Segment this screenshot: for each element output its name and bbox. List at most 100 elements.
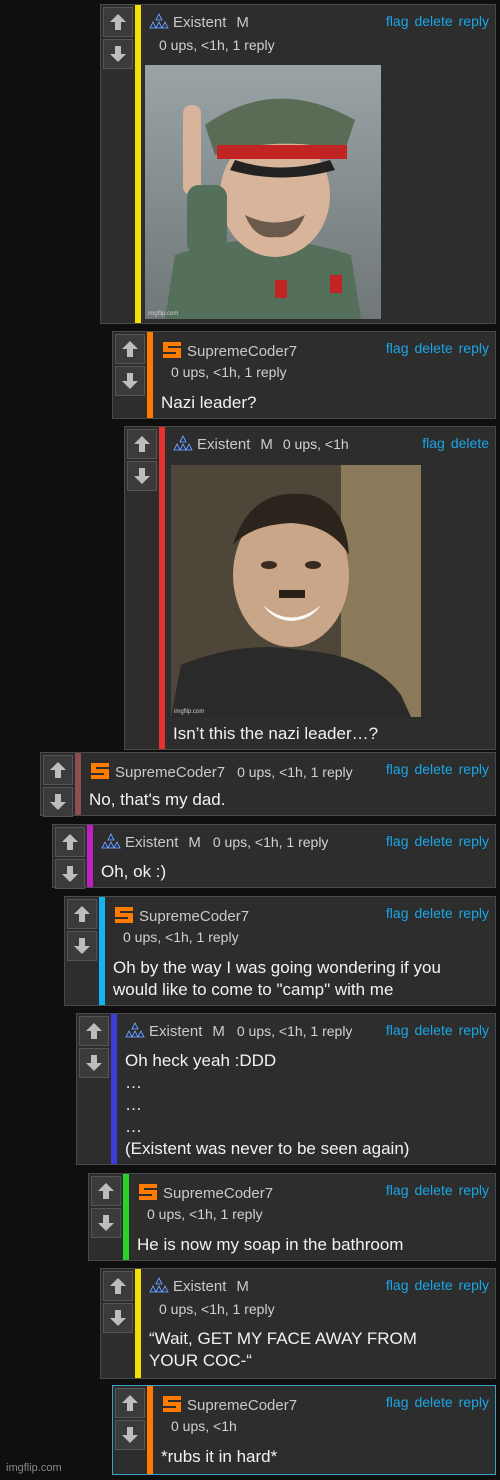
flag-link[interactable]: flag [386, 1022, 409, 1038]
flag-link[interactable]: flag [386, 1394, 409, 1410]
portrait-image-laughing [171, 465, 421, 717]
reply-link[interactable]: reply [459, 761, 489, 777]
vote-controls [115, 1388, 145, 1452]
comment-depth-bar [123, 1174, 129, 1260]
upvote-button[interactable] [103, 1271, 133, 1301]
s-logo-icon [163, 1396, 181, 1412]
delete-link[interactable]: delete [414, 340, 452, 356]
downvote-button[interactable] [115, 1420, 145, 1450]
flag-link[interactable]: flag [422, 435, 445, 451]
comment-text: He is now my soap in the bathroom [137, 1235, 404, 1254]
delete-link[interactable]: delete [414, 1022, 452, 1038]
upvote-button[interactable] [43, 755, 73, 785]
vote-controls [91, 1176, 121, 1240]
downvote-button[interactable] [127, 461, 157, 491]
comment-6: Existent M 0 ups, <1h, 1 reply flag delete r… [76, 1013, 496, 1165]
comment-image[interactable]: imgflip.com [145, 65, 381, 319]
reply-link[interactable]: reply [459, 833, 489, 849]
arrow-up-icon [62, 834, 78, 850]
image-watermark: imgflip.com [148, 311, 179, 317]
arrow-up-icon [122, 1395, 138, 1411]
comment-meta: 0 ups, <1h, 1 reply [159, 1301, 275, 1317]
comment-actions: flag delete reply [380, 905, 489, 921]
upvote-button[interactable] [79, 1016, 109, 1046]
vote-controls [103, 7, 133, 71]
comment-3: SupremeCoder7 0 ups, <1h, 1 reply flag del… [40, 752, 496, 817]
comment-image[interactable]: imgflip.com [171, 465, 421, 717]
downvote-button[interactable] [103, 1303, 133, 1333]
username-link[interactable]: SupremeCoder7 [161, 340, 297, 360]
triangle-cluster-icon [125, 1022, 145, 1038]
username-link[interactable]: Existent M 0 ups, <1h [173, 435, 349, 453]
downvote-button[interactable] [91, 1208, 121, 1238]
upvote-button[interactable] [115, 1388, 145, 1418]
downvote-button[interactable] [67, 931, 97, 961]
upvote-button[interactable] [103, 7, 133, 37]
vote-controls [103, 1271, 133, 1335]
reply-link[interactable]: reply [459, 1277, 489, 1293]
gender-label: M [260, 436, 273, 453]
arrow-up-icon [98, 1183, 114, 1199]
comment-text: “Wait, GET MY FACE AWAY FROM YOUR COC-“ [149, 1329, 417, 1370]
username-link[interactable]: SupremeCoder7 [113, 905, 249, 925]
flag-link[interactable]: flag [386, 761, 409, 777]
downvote-button[interactable] [115, 366, 145, 396]
flag-link[interactable]: flag [386, 340, 409, 356]
comment-text: Isn’t this the nazi leader…? [173, 724, 379, 743]
arrow-down-icon [74, 938, 90, 954]
reply-link[interactable]: reply [459, 1182, 489, 1198]
downvote-button[interactable] [103, 39, 133, 69]
downvote-button[interactable] [55, 859, 85, 889]
delete-link[interactable]: delete [451, 435, 489, 451]
reply-link[interactable]: reply [459, 1394, 489, 1410]
username-link[interactable]: SupremeCoder7 [137, 1182, 273, 1202]
delete-link[interactable]: delete [414, 761, 452, 777]
delete-link[interactable]: delete [414, 1394, 452, 1410]
username: Existent [173, 14, 227, 31]
downvote-button[interactable] [43, 787, 73, 817]
flag-link[interactable]: flag [386, 833, 409, 849]
delete-link[interactable]: delete [414, 13, 452, 29]
delete-link[interactable]: delete [414, 833, 452, 849]
flag-link[interactable]: flag [386, 1277, 409, 1293]
downvote-button[interactable] [79, 1048, 109, 1078]
flag-link[interactable]: flag [386, 1182, 409, 1198]
username-link[interactable]: Existent M 0 ups, <1h, 1 reply [101, 833, 328, 851]
s-logo-icon [139, 1184, 157, 1200]
comment-meta: 0 ups, <1h, 1 reply [159, 37, 275, 53]
arrow-down-icon [134, 468, 150, 484]
username-link[interactable]: SupremeCoder7 0 ups, <1h, 1 reply [89, 761, 353, 781]
upvote-button[interactable] [127, 429, 157, 459]
reply-link[interactable]: reply [459, 13, 489, 29]
flag-link[interactable]: flag [386, 905, 409, 921]
reply-link[interactable]: reply [459, 340, 489, 356]
delete-link[interactable]: delete [414, 1182, 452, 1198]
comment-depth-bar [147, 1386, 153, 1474]
reply-link[interactable]: reply [459, 905, 489, 921]
username-link[interactable]: Existent M 0 ups, <1h, 1 reply [125, 1022, 352, 1040]
gender-label: M [212, 1023, 225, 1040]
upvote-button[interactable] [91, 1176, 121, 1206]
username-link[interactable]: Existent M [149, 1277, 249, 1295]
comment-depth-bar [159, 427, 165, 749]
s-logo-icon [115, 907, 133, 923]
reply-link[interactable]: reply [459, 1022, 489, 1038]
flag-link[interactable]: flag [386, 13, 409, 29]
username-link[interactable]: SupremeCoder7 [161, 1394, 297, 1414]
comment-actions: flag delete reply [380, 1277, 489, 1293]
comment-2: Existent M 0 ups, <1h flag delete imgflip.c… [124, 426, 496, 750]
comment-meta: 0 ups, <1h, 1 reply [236, 1023, 353, 1039]
upvote-button[interactable] [67, 899, 97, 929]
username-link[interactable]: Existent M [149, 13, 249, 31]
upvote-button[interactable] [115, 334, 145, 364]
upvote-button[interactable] [55, 827, 85, 857]
delete-link[interactable]: delete [414, 905, 452, 921]
comment-actions: flag delete reply [380, 340, 489, 356]
comment-text: Oh, ok :) [101, 862, 167, 881]
comment-meta: 0 ups, <1h, 1 reply [237, 764, 353, 780]
comment-depth-bar [75, 753, 81, 815]
username: SupremeCoder7 [139, 908, 250, 925]
comment-text: Oh heck yeah :DDD … … … (Existent was ne… [125, 1051, 410, 1158]
arrow-down-icon [122, 1427, 138, 1443]
delete-link[interactable]: delete [414, 1277, 452, 1293]
